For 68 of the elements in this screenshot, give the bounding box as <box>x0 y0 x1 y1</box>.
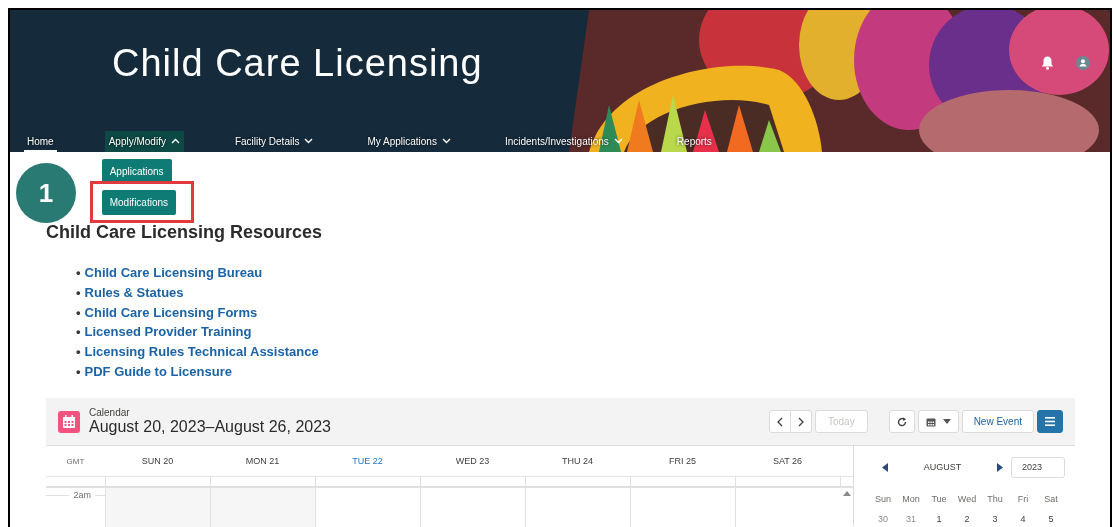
date-range: August 20, 2023–August 26, 2023 <box>89 418 331 436</box>
month-label: AUGUST <box>922 462 963 472</box>
nav-tab[interactable]: Apply/Modify <box>104 130 184 152</box>
avatar-icon <box>1076 56 1090 70</box>
dropdown-item[interactable]: Applications <box>101 158 172 184</box>
weekday-label: Sat <box>1043 494 1059 504</box>
scroll-up-icon[interactable] <box>842 491 851 496</box>
year-field[interactable]: 2023 <box>1011 456 1065 478</box>
view-menu-button[interactable] <box>917 410 959 433</box>
calendar-icon <box>925 416 936 427</box>
resource-link[interactable]: PDF Guide to Licensure <box>84 363 232 379</box>
resource-link[interactable]: Licensing Rules Technical Assistance <box>84 344 319 360</box>
chevron-down-icon <box>304 138 314 144</box>
chevron-down-icon <box>613 138 623 144</box>
chevron-left-icon <box>776 416 783 427</box>
step-number: 1 <box>16 163 76 223</box>
nav-tab[interactable]: Facility Details <box>231 130 317 152</box>
date-cell[interactable]: 31 <box>897 514 925 524</box>
bullet: • <box>76 285 81 301</box>
nav-tab[interactable]: Home <box>24 130 57 152</box>
date-cell[interactable]: 5 <box>1037 514 1065 524</box>
next-month-icon[interactable] <box>997 462 1003 472</box>
date-cell[interactable]: 4 <box>1009 514 1037 524</box>
nav-tab[interactable]: My Applications <box>364 130 454 152</box>
caret-down-icon <box>942 419 951 424</box>
dropdown-item[interactable]: Modifications <box>101 189 177 215</box>
chevron-right-icon <box>797 416 804 427</box>
date-cell[interactable]: 2 <box>953 514 981 524</box>
resource-link[interactable]: Licensed Provider Training <box>84 324 252 340</box>
weekday-label: Wed <box>956 494 978 504</box>
bullet: • <box>76 344 81 360</box>
chevron-down-icon <box>441 138 451 144</box>
bullet: • <box>76 265 81 281</box>
weekday-label: Thu <box>986 494 1004 504</box>
site-title: Child Care Licensing <box>112 41 483 86</box>
resource-link[interactable]: Rules & Statues <box>84 285 184 301</box>
timezone-label: GMT <box>65 456 86 466</box>
calendar-icon <box>58 410 80 433</box>
new-event-button[interactable]: New Event <box>961 410 1034 433</box>
day-header: MON 21 <box>244 456 281 466</box>
menu-icon <box>1045 417 1055 426</box>
date-cell[interactable]: 30 <box>869 514 897 524</box>
weekday-label: Tue <box>930 494 948 504</box>
weekday-label: Mon <box>901 494 921 504</box>
bullet: • <box>76 324 81 340</box>
date-cell[interactable]: 3 <box>981 514 1009 524</box>
bullet: • <box>76 363 81 379</box>
weekday-label: Sun <box>874 494 892 504</box>
refresh-button[interactable] <box>888 410 915 433</box>
date-cell[interactable]: 1 <box>925 514 953 524</box>
day-header: THU 24 <box>561 456 594 466</box>
section-heading: Child Care Licensing Resources <box>46 222 324 243</box>
day-header: WED 23 <box>454 456 491 466</box>
day-header: SUN 20 <box>140 456 175 466</box>
bullet: • <box>76 304 81 320</box>
calendar-label: Calendar <box>89 407 131 418</box>
refresh-icon <box>896 416 907 427</box>
menu-button[interactable] <box>1037 410 1063 433</box>
hour-label: 2am <box>73 490 91 500</box>
bell-icon <box>1041 56 1054 70</box>
resource-link[interactable]: Child Care Licensing Forms <box>84 304 258 320</box>
previous-month-icon[interactable] <box>882 462 888 472</box>
chevron-up-icon <box>170 138 180 144</box>
weekday-label: Fri <box>1016 494 1030 504</box>
day-header: TUE 22 <box>351 456 384 466</box>
day-header: SAT 26 <box>771 456 804 466</box>
day-header: FRI 25 <box>668 456 697 466</box>
resource-link[interactable]: Child Care Licensing Bureau <box>84 265 263 281</box>
